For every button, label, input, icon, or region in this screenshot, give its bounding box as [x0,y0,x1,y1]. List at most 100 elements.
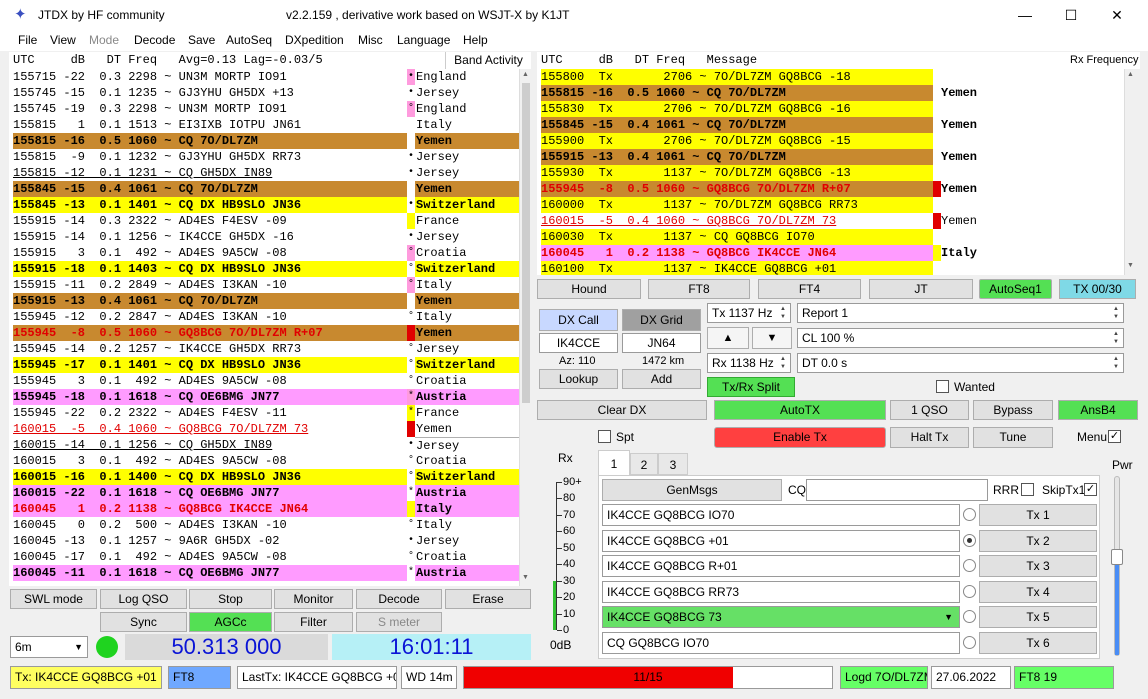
filter-button[interactable]: Filter [274,612,353,632]
tx3-button[interactable]: Tx 3 [979,555,1097,577]
decode-message[interactable]: 155715 -22 0.3 2298 ~ UN3M MORTP IO91 [13,69,407,85]
rx-frequency-spinbox[interactable]: Rx 1138 Hz ▲ ▼ [707,353,791,373]
rx-message[interactable]: 155800 Tx 2706 ~ 7O/DL7ZM GQ8BCG -18 [541,69,933,85]
tx-rx-split-button[interactable]: Tx/Rx Split [707,377,795,397]
sync-button[interactable]: Sync [100,612,187,632]
band-activity-row[interactable]: 155915 -11 0.2 2849 ~ AD4ES I3KAN -10 ° It… [9,277,519,293]
decode-message[interactable]: 160015 -16 0.1 1400 ~ CQ DX HB9SLO JN36 [13,469,407,485]
dx-call-input[interactable]: IK4CCE [539,333,618,353]
tab-2[interactable]: 2 [630,453,658,475]
s-meter-button[interactable]: S meter [356,612,442,632]
band-activity-row[interactable]: 155915 -13 0.4 1061 ~ CQ 7O/DL7ZM Yemen [9,293,519,309]
freq-down-button[interactable]: ▼ [752,327,792,349]
band-activity-row[interactable]: 160015 3 0.1 492 ~ AD4ES 9A5CW -08 ° Croat… [9,453,519,469]
rx-frequency-row[interactable]: 155945 -8 0.5 1060 ~ GQ8BCG 7O/DL7ZM R+0… [537,181,1137,197]
band-select[interactable]: 6m ▼ [10,636,88,658]
rx-message[interactable]: 155930 Tx 1137 ~ 7O/DL7ZM GQ8BCG -13 [541,165,933,181]
bypass-button[interactable]: Bypass [973,400,1053,420]
clear-dx-button[interactable]: Clear DX [537,400,707,420]
cl-spinbox[interactable]: CL 100 % ▲ ▼ [797,328,1124,348]
tx2-message-field[interactable]: IK4CCE GQ8BCG +01 [602,529,960,552]
spin-arrows-icon[interactable]: ▲ ▼ [1110,330,1122,346]
pwr-slider-thumb[interactable] [1111,549,1123,566]
decode-message[interactable]: 155945 -14 0.2 1257 ~ IK4CCE GH5DX RR73 [13,341,407,357]
spin-arrows-icon[interactable]: ▲ ▼ [777,305,789,321]
decode-message[interactable]: 160015 -14 0.1 1256 ~ CQ GH5DX IN89 [13,437,407,453]
chevron-down-icon[interactable]: ▼ [944,607,953,627]
decode-message[interactable]: 155915 -14 0.3 2322 ~ AD4ES F4ESV -09 [13,213,407,229]
menu-checkbox[interactable]: ✓ [1108,430,1121,443]
band-activity-row[interactable]: 160045 -11 0.1 1618 ~ CQ OE6BMG JN77 * Aus… [9,565,519,581]
tab-3[interactable]: 3 [658,453,688,475]
tx4-radio[interactable] [963,584,976,598]
tx-count-button[interactable]: TX 00/30 [1059,279,1136,299]
tx5-button[interactable]: Tx 5 [979,606,1097,628]
band-activity-row[interactable]: 155815 -16 0.5 1060 ~ CQ 7O/DL7ZM Yemen [9,133,519,149]
tx3-message-field[interactable]: IK4CCE GQ8BCG R+01 [602,555,960,577]
lookup-button[interactable]: Lookup [539,369,618,389]
band-activity-row[interactable]: 155945 -8 0.5 1060 ~ GQ8BCG 7O/DL7ZM R+0… [9,325,519,341]
decode-message[interactable]: 160045 -11 0.1 1618 ~ CQ OE6BMG JN77 [13,565,407,581]
rx-frequency-row[interactable]: 160000 Tx 1137 ~ 7O/DL7ZM GQ8BCG RR73 [537,197,1137,213]
wanted-checkbox[interactable] [936,380,949,393]
band-activity-row[interactable]: 160015 -5 0.4 1060 ~ GQ8BCG 7O/DL7ZM 73 Y… [9,421,519,437]
agcc-button[interactable]: AGCc [189,612,272,632]
band-activity-row[interactable]: 155915 -14 0.1 1256 ~ IK4CCE GH5DX -16 • J… [9,229,519,245]
rx-frequency-row[interactable]: 155915 -13 0.4 1061 ~ CQ 7O/DL7ZM Yemen [537,149,1137,165]
decode-message[interactable]: 155815 1 0.1 1513 ~ EI3IXB IOTPU JN61 [13,117,407,133]
rx-message[interactable]: 160000 Tx 1137 ~ 7O/DL7ZM GQ8BCG RR73 [541,197,933,213]
menu-decode[interactable]: Decode [134,33,175,47]
band-activity-row[interactable]: 155915 -18 0.1 1403 ~ CQ DX HB9SLO JN36 °… [9,261,519,277]
dx-grid-button[interactable]: DX Grid [622,309,701,331]
tx3-radio[interactable] [963,559,976,572]
menu-misc[interactable]: Misc [358,33,383,47]
band-activity-row[interactable]: 160045 0 0.2 500 ~ AD4ES I3KAN -10 ° Italy [9,517,519,533]
rx-message[interactable]: 160030 Tx 1137 ~ CQ GQ8BCG IO70 [541,229,933,245]
decode-message[interactable]: 155745 -15 0.1 1235 ~ GJ3YHU GH5DX +13 [13,85,407,101]
minimize-icon[interactable]: — [1002,0,1048,31]
decode-message[interactable]: 155945 -18 0.1 1618 ~ CQ OE6BMG JN77 [13,389,407,405]
genmsgs-button[interactable]: GenMsgs [602,479,782,501]
tx2-radio[interactable] [963,533,976,547]
menu-save[interactable]: Save [188,33,215,47]
halt-tx-button[interactable]: Halt Tx [890,427,969,448]
band-activity-row[interactable]: 160015 -16 0.1 1400 ~ CQ DX HB9SLO JN36 °… [9,469,519,485]
rx-message[interactable]: 155815 -16 0.5 1060 ~ CQ 7O/DL7ZM [541,85,933,101]
tx-frequency-spinbox[interactable]: Tx 1137 Hz ▲ ▼ [707,303,791,323]
spin-arrows-icon[interactable]: ▲ ▼ [1110,355,1122,371]
decode-message[interactable]: 155915 -13 0.4 1061 ~ CQ 7O/DL7ZM [13,293,407,309]
decode-message[interactable]: 155945 -12 0.2 2847 ~ AD4ES I3KAN -10 [13,309,407,325]
tab-1[interactable]: 1 [598,450,630,476]
band-activity-row[interactable]: 160045 -13 0.1 1257 ~ 9A6R GH5DX -02 • Jer… [9,533,519,549]
hound-button[interactable]: Hound [537,279,641,299]
band-activity-row[interactable]: 155845 -13 0.1 1401 ~ CQ DX HB9SLO JN36 •… [9,197,519,213]
tx5-radio[interactable] [963,610,976,623]
tx6-message-field[interactable]: CQ GQ8BCG IO70 [602,631,960,654]
spin-arrows-icon[interactable]: ▲ ▼ [1110,305,1122,321]
rx-frequency-row[interactable]: 160015 -5 0.4 1060 ~ GQ8BCG 7O/DL7ZM 73 Y… [537,213,1137,229]
decode-message[interactable]: 155945 -22 0.2 2322 ~ AD4ES F4ESV -11 [13,405,407,421]
band-activity-row[interactable]: 155815 -9 0.1 1232 ~ GJ3YHU GH5DX RR73 • J… [9,149,519,165]
rx-message[interactable]: 155945 -8 0.5 1060 ~ GQ8BCG 7O/DL7ZM R+0… [541,181,933,197]
report-spinbox[interactable]: Report 1 ▲ ▼ [797,303,1124,323]
rx-message[interactable]: 155900 Tx 2706 ~ 7O/DL7ZM GQ8BCG -15 [541,133,933,149]
decode-message[interactable]: 155845 -13 0.1 1401 ~ CQ DX HB9SLO JN36 [13,197,407,213]
menu-view[interactable]: View [50,33,76,47]
band-activity-row[interactable]: 155815 -12 0.1 1231 ~ CQ GH5DX IN89 • Jers… [9,165,519,181]
rx-frequency-row[interactable]: 155800 Tx 2706 ~ 7O/DL7ZM GQ8BCG -18 [537,69,1137,85]
ft8-button[interactable]: FT8 [648,279,750,299]
decode-message[interactable]: 155915 -11 0.2 2849 ~ AD4ES I3KAN -10 [13,277,407,293]
band-activity-row[interactable]: 155945 -12 0.2 2847 ~ AD4ES I3KAN -10 ° It… [9,309,519,325]
tx2-button[interactable]: Tx 2 [979,529,1097,552]
dt-spinbox[interactable]: DT 0.0 s ▲ ▼ [797,353,1124,373]
decode-message[interactable]: 155945 -8 0.5 1060 ~ GQ8BCG 7O/DL7ZM R+0… [13,325,407,341]
rrr-checkbox[interactable] [1021,483,1034,496]
decode-message[interactable]: 160015 -5 0.4 1060 ~ GQ8BCG 7O/DL7ZM 73 [13,421,407,437]
decode-message[interactable]: 155915 -18 0.1 1403 ~ CQ DX HB9SLO JN36 [13,261,407,277]
spt-checkbox[interactable] [598,430,611,443]
rx-frequency-row[interactable]: 155845 -15 0.4 1061 ~ CQ 7O/DL7ZM Yemen [537,117,1137,133]
autotx-button[interactable]: AutoTX [714,400,886,420]
band-activity-row[interactable]: 155945 -18 0.1 1618 ~ CQ OE6BMG JN77 * Aus… [9,389,519,405]
monitor-button[interactable]: Monitor [274,589,353,609]
tx1-radio[interactable] [963,508,976,521]
